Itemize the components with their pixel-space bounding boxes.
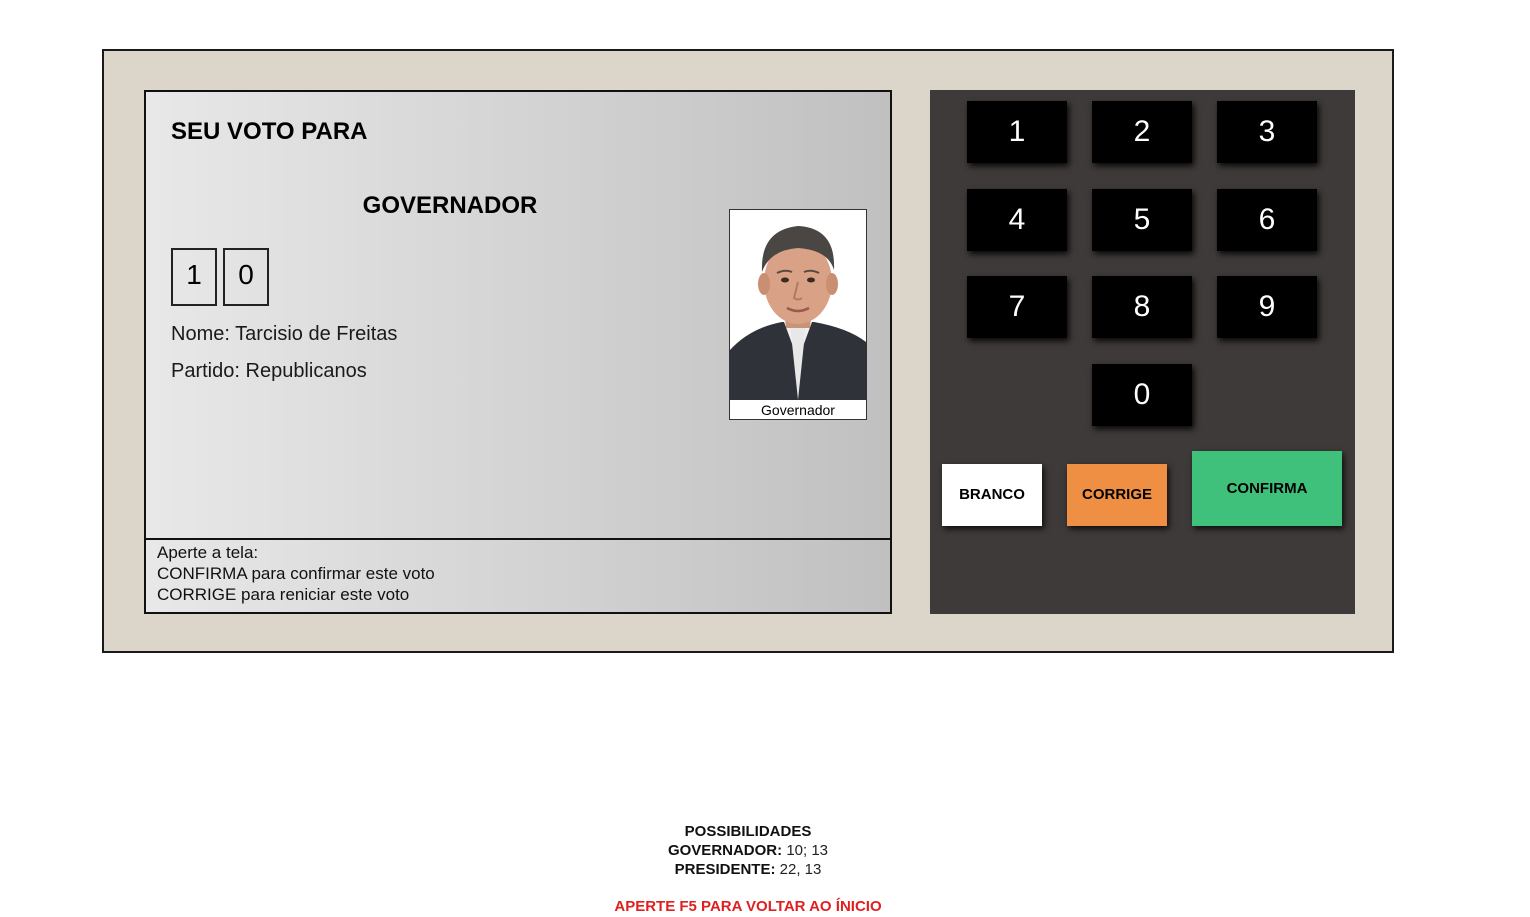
key-0[interactable]: 0: [1092, 364, 1192, 426]
governor-values: 10; 13: [786, 842, 829, 859]
key-2[interactable]: 2: [1092, 101, 1192, 163]
instruction-line: CONFIRMA para confirmar este voto: [157, 564, 435, 583]
candidate-party: Partido: Republicanos: [171, 360, 367, 383]
key-4[interactable]: 4: [967, 189, 1067, 251]
instruction-line: CORRIGE para reniciar este voto: [157, 585, 410, 604]
candidate-name: Nome: Tarcisio de Freitas: [171, 323, 397, 346]
instructions: Aperte a tela: CONFIRMA para confirmar e…: [146, 538, 890, 612]
president-label: PRESIDENTE:: [674, 861, 776, 878]
president-options: PRESIDENTE: 22, 13: [0, 860, 1496, 879]
key-1[interactable]: 1: [967, 101, 1067, 163]
key-6[interactable]: 6: [1217, 189, 1317, 251]
office-title: GOVERNADOR: [362, 192, 538, 219]
number-digits: 1 0: [171, 248, 269, 306]
key-9[interactable]: 9: [1217, 276, 1317, 338]
key-3[interactable]: 3: [1217, 101, 1317, 163]
digit-box: 0: [223, 248, 269, 306]
digit-box: 1: [171, 248, 217, 306]
vote-heading: SEU VOTO PARA: [171, 118, 368, 145]
keypad: 1 2 3 4 5 6 7 8 9 0 BRANCO CORRIGE CONFI…: [930, 90, 1355, 614]
confirma-button[interactable]: CONFIRMA: [1192, 451, 1342, 526]
name-label: Nome:: [171, 323, 230, 345]
governor-label: GOVERNADOR:: [667, 842, 783, 859]
possibilities-footer: POSSIBILIDADES GOVERNADOR: 10; 13 PRESID…: [0, 822, 1496, 879]
possibilities-title: POSSIBILIDADES: [684, 823, 812, 840]
key-7[interactable]: 7: [967, 276, 1067, 338]
branco-button[interactable]: BRANCO: [942, 464, 1042, 526]
party-value: Republicanos: [245, 360, 367, 382]
governor-options: GOVERNADOR: 10; 13: [0, 841, 1496, 860]
corrige-button[interactable]: CORRIGE: [1067, 464, 1167, 526]
screen-content: SEU VOTO PARA GOVERNADOR 1 0 Nome: Tarci…: [146, 92, 890, 538]
president-values: 22, 13: [779, 861, 822, 878]
voting-screen: SEU VOTO PARA GOVERNADOR 1 0 Nome: Tarci…: [144, 90, 892, 614]
photo-caption: Governador: [761, 402, 835, 418]
candidate-photo: Governador: [729, 209, 867, 420]
key-8[interactable]: 8: [1092, 276, 1192, 338]
party-label: Partido:: [171, 360, 240, 382]
instruction-line: Aperte a tela:: [157, 543, 259, 562]
name-value: Tarcisio de Freitas: [235, 323, 398, 345]
voting-machine: SEU VOTO PARA GOVERNADOR 1 0 Nome: Tarci…: [102, 49, 1394, 653]
restart-warning: APERTE F5 PARA VOLTAR AO ÍNICIO: [614, 898, 882, 915]
candidate-portrait: [730, 210, 866, 400]
key-5[interactable]: 5: [1092, 189, 1192, 251]
